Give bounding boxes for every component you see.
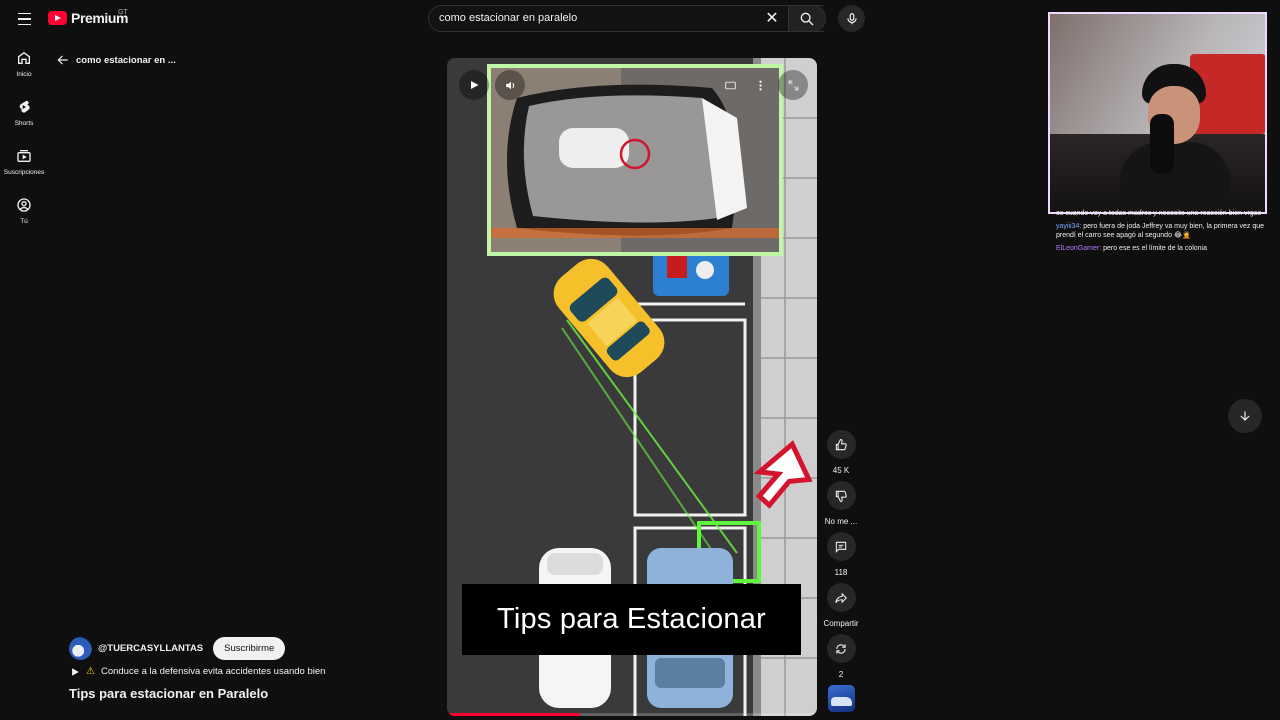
chat-message: es cuando voy a todas madres y necesito … (1056, 209, 1266, 218)
video-title: Tips para estacionar en Paralelo (69, 686, 269, 701)
search-icon (800, 12, 814, 25)
next-video-button[interactable] (1228, 399, 1262, 433)
like-count: 45 K (832, 466, 850, 475)
remix-button[interactable] (826, 634, 856, 663)
rail-item-label: Tú (20, 218, 28, 225)
channel-handle[interactable]: @TUERCASYLLANTAS (98, 643, 203, 654)
channel-avatar[interactable] (69, 637, 92, 660)
search-query: como estacionar en paralelo (439, 12, 578, 24)
youtube-premium-logo[interactable]: Premium GT (48, 9, 129, 26)
chat-text: es cuando voy a todas madres y necesito … (1056, 210, 1262, 217)
warning-icon: ⚠ (86, 666, 95, 677)
more-vertical-icon (758, 80, 762, 90)
voice-search-button[interactable] (838, 5, 865, 32)
microphone-icon (846, 12, 857, 24)
thumbs-down-icon (835, 490, 847, 502)
play-button[interactable] (459, 70, 489, 100)
rail-item-subscriptions[interactable]: Suscripciones (0, 140, 48, 189)
back-label: como estacionar en ... (76, 54, 176, 66)
share-label: Compartir (823, 619, 859, 628)
chat-text: pero fuera de joda Jeffrey va muy bien, … (1056, 223, 1265, 239)
account-icon (17, 198, 31, 212)
arrow-down-icon (1240, 411, 1250, 421)
remix-count: 2 (838, 670, 844, 679)
webcam-overlay (1048, 12, 1267, 214)
home-icon (18, 51, 30, 64)
captions-button[interactable] (715, 70, 745, 100)
video-description[interactable]: ⚠ Conduce a la defensiva evita accidente… (70, 666, 325, 677)
rail-item-label: Inicio (16, 71, 32, 78)
remix-icon (836, 643, 846, 654)
like-button[interactable] (826, 430, 856, 459)
chat-text: pero ese es el límite de la colonia (1103, 245, 1207, 252)
comments-button[interactable] (826, 532, 856, 561)
chat-message: ElLeonGamer: pero ese es el límite de la… (1056, 244, 1266, 253)
subscriptions-icon (17, 150, 31, 162)
subscribe-button[interactable]: Suscribirme (213, 637, 286, 660)
share-button[interactable] (826, 583, 856, 612)
rail-item-label: Shorts (14, 120, 34, 127)
comment-icon (835, 541, 847, 553)
arrow-left-icon (57, 55, 68, 65)
rail-item-you[interactable]: Tú (0, 189, 48, 238)
menu-icon[interactable] (12, 8, 36, 30)
captions-icon (724, 81, 736, 89)
youtube-logo-icon (48, 11, 67, 25)
left-rail: Inicio Shorts Suscripciones Tú (0, 42, 48, 238)
thumbs-up-icon (835, 438, 847, 450)
search-button[interactable] (788, 5, 826, 32)
chat-user: yayiii34: (1056, 223, 1082, 230)
more-options-button[interactable] (745, 70, 775, 100)
volume-icon (505, 81, 514, 89)
video-caption-overlay: Tips para Estacionar (462, 584, 801, 655)
channel-info: @TUERCASYLLANTAS Suscribirme (69, 637, 286, 660)
streamer-microphone (1150, 114, 1174, 174)
clear-search-icon[interactable]: ✕ (762, 9, 782, 29)
description-text: Conduce a la defensiva evita accidentes … (100, 666, 326, 677)
back-button[interactable]: como estacionar en ... (56, 53, 176, 67)
play-small-icon (72, 667, 79, 676)
share-icon (835, 592, 847, 603)
chat-message: yayiii34: pero fuera de joda Jeffrey va … (1056, 222, 1266, 240)
rail-item-label: Suscripciones (3, 169, 45, 176)
expand-icon (788, 80, 798, 90)
country-code: GT (118, 9, 128, 16)
dislike-label: No me ... (824, 517, 858, 526)
mute-button[interactable] (495, 70, 525, 100)
short-video-player[interactable]: Tips para Estacionar (447, 58, 817, 716)
play-icon (471, 81, 479, 89)
streamer-figure (1120, 64, 1230, 212)
rail-item-shorts[interactable]: Shorts (0, 91, 48, 140)
rail-item-home[interactable]: Inicio (0, 42, 48, 91)
dislike-button[interactable] (826, 481, 856, 510)
shorts-icon (19, 100, 30, 113)
fullscreen-button[interactable] (778, 70, 808, 100)
progress-bar[interactable] (447, 713, 817, 716)
chat-overlay: es cuando voy a todas madres y necesito … (1056, 209, 1266, 257)
chat-user: ElLeonGamer: (1056, 245, 1102, 252)
sound-thumbnail[interactable] (827, 685, 855, 712)
comment-count: 118 (834, 568, 848, 577)
progress-fill (447, 713, 581, 716)
search-input[interactable]: como estacionar en paralelo ✕ (428, 5, 824, 32)
action-column: 45 K No me ... 118 Compartir 2 (822, 430, 860, 712)
